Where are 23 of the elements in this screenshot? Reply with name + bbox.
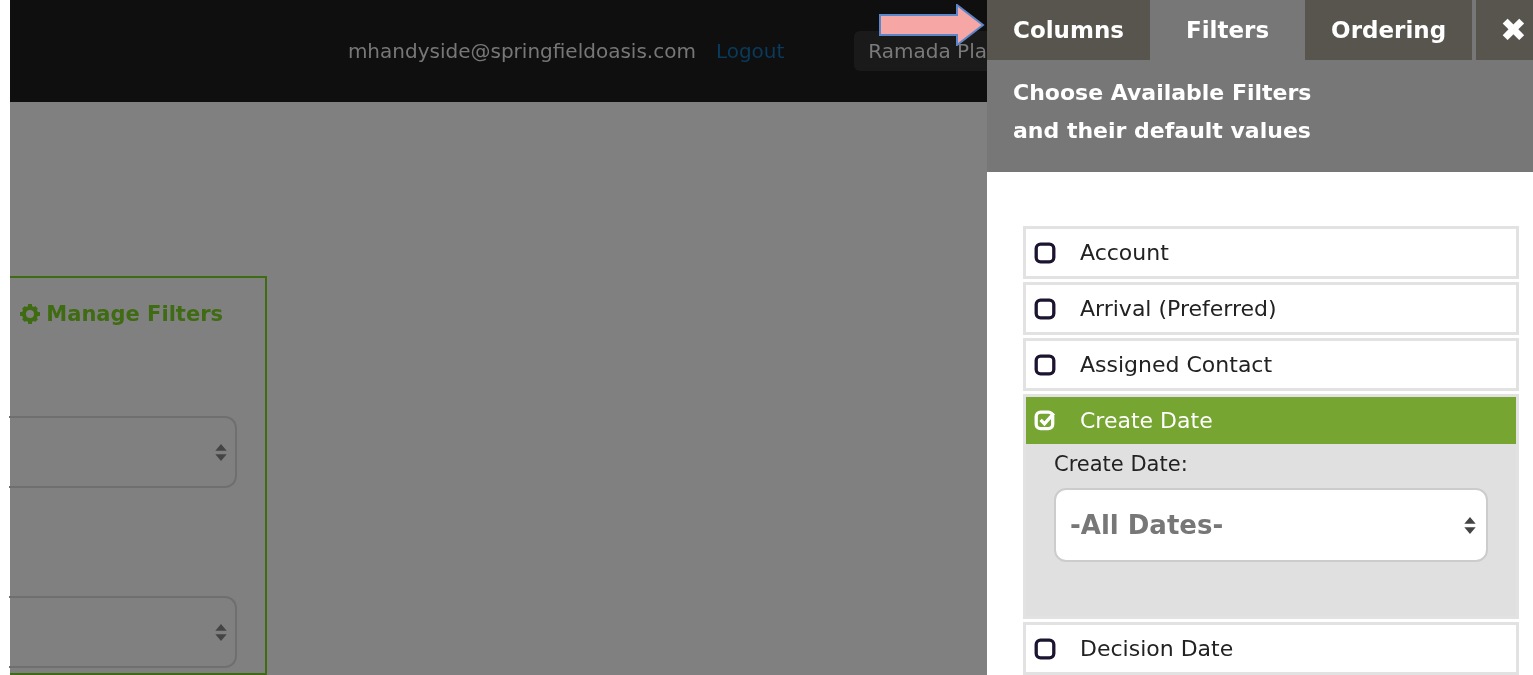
field-label: Create Date: — [1054, 452, 1189, 476]
checkbox-icon[interactable] — [1034, 353, 1056, 376]
gear-icon — [20, 304, 41, 324]
checkbox-icon[interactable] — [1034, 241, 1056, 264]
tab[interactable]: Ordering — [1305, 0, 1473, 60]
checkbox-icon[interactable] — [1034, 637, 1056, 660]
select-field[interactable] — [9, 416, 237, 488]
checked-box-icon[interactable] — [1034, 409, 1056, 432]
checkbox-icon[interactable] — [1034, 297, 1056, 320]
date-select[interactable]: -All Dates- — [1054, 488, 1488, 562]
sort-arrows-icon — [1464, 516, 1476, 534]
filter-label: Create Date — [1080, 408, 1213, 433]
header-text: and their default values — [1013, 116, 1312, 145]
sort-arrows-icon — [215, 623, 227, 641]
sort-arrows-icon — [215, 443, 227, 461]
header-text: Choose Available Filters — [1013, 78, 1313, 107]
filter-label: Decision Date — [1080, 636, 1234, 661]
filter-label: Account — [1080, 240, 1169, 265]
tab[interactable]: Columns — [987, 0, 1150, 60]
select-field[interactable] — [9, 596, 237, 668]
filter-label: Arrival (Preferred) — [1080, 296, 1277, 321]
user-email: mhandyside@springfieldoasis.com — [347, 39, 696, 63]
filter-label: Assigned Contact — [1080, 352, 1273, 377]
